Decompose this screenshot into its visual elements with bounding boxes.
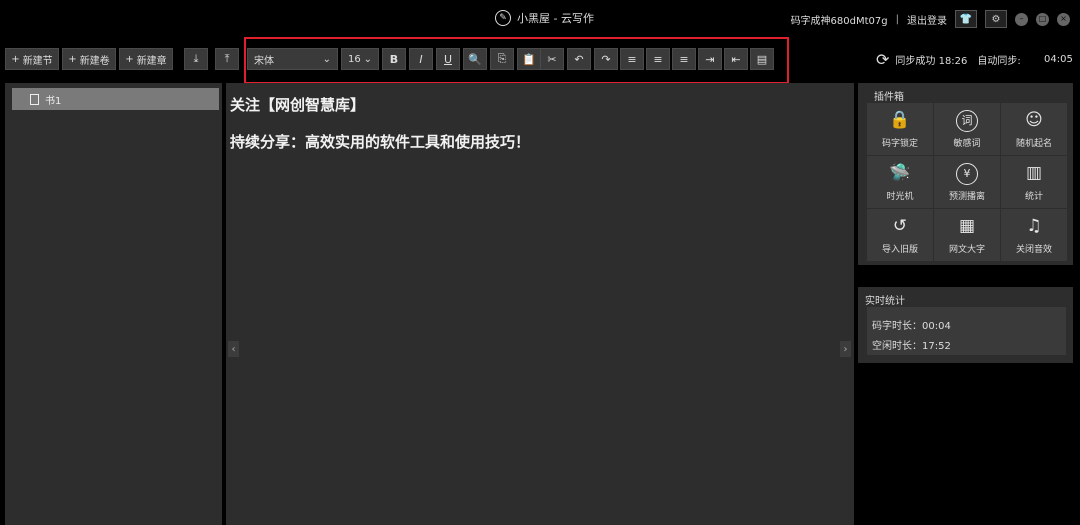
sync-status-text: 同步成功 18:26: [895, 55, 968, 67]
lock-icon: 🔒: [889, 110, 911, 130]
plugin-sensitive-words[interactable]: 词 敏感词: [934, 103, 1000, 155]
plugin-time-machine[interactable]: 🛸 时光机: [867, 156, 933, 208]
plugin-random-name[interactable]: ☺ 随机起名: [1001, 103, 1067, 155]
close-icon[interactable]: ×: [1057, 12, 1070, 26]
plugin-label: 码字锁定: [881, 138, 918, 149]
app-title-group: ✎ 小黑屋 - 云写作: [495, 10, 594, 26]
word-icon: 词: [956, 109, 978, 132]
chapter-label: 书1: [45, 95, 62, 107]
plugin-label: 统计: [1024, 191, 1043, 202]
plugin-label: 网文大字: [948, 244, 985, 255]
plugin-import-old[interactable]: ↺ 导入旧版: [867, 209, 933, 261]
plugin-forecast[interactable]: ¥ 预测播离: [934, 156, 1000, 208]
stats-body: 码字时长：00:04 空闲时长：17:52: [867, 307, 1066, 355]
new-section-button[interactable]: + 新建节: [5, 48, 59, 70]
realtime-stats: 实时统计 码字时长：00:04 空闲时长：17:52: [858, 287, 1073, 363]
plugin-label: 关闭音效: [1015, 244, 1052, 255]
chapter-panel: 书1: [5, 83, 222, 525]
app-logo-icon: ✎: [495, 10, 511, 26]
plugin-label: 时光机: [886, 191, 914, 202]
plugin-label: 敏感词: [953, 138, 981, 149]
history-icon: ↺: [892, 216, 908, 236]
editor-area[interactable]: 关注【网创智慧库】 持续分享：高效实用的软件工具和使用技巧！ ‹ ›: [226, 83, 854, 525]
plus-icon: +: [11, 53, 20, 65]
sync-icon[interactable]: ⟳: [876, 50, 889, 69]
auto-sync-countdown: 04:05: [1044, 54, 1073, 65]
typing-time: 码字时长：00:04: [872, 321, 951, 332]
yen-icon: ¥: [956, 162, 978, 185]
stats-title: 实时统计: [865, 296, 905, 307]
logout-link[interactable]: 退出登录: [907, 12, 947, 27]
plugin-mute-sound[interactable]: ♫ 关闭音效: [1001, 209, 1067, 261]
highlight-annotation: [244, 37, 789, 84]
account-area: 码字成神680dMt07g | 退出登录 👕 ⚙ – □ ×: [791, 10, 1070, 28]
document-icon: [30, 93, 39, 105]
collapse-right-icon[interactable]: ›: [840, 341, 851, 357]
export-icon[interactable]: ⤒: [215, 48, 239, 70]
auto-sync-label: 自动同步:: [977, 55, 1021, 67]
plus-icon: +: [125, 53, 134, 65]
import-icon[interactable]: ⤓: [184, 48, 208, 70]
minimize-icon[interactable]: –: [1015, 12, 1028, 26]
skin-icon[interactable]: 👕: [955, 10, 977, 28]
plugin-label: 预测播离: [948, 191, 985, 202]
plugin-typing-lock[interactable]: 🔒 码字锁定: [867, 103, 933, 155]
ufo-icon: 🛸: [889, 163, 911, 183]
chapter-item[interactable]: 书1: [12, 88, 219, 110]
new-volume-button[interactable]: + 新建卷: [62, 48, 116, 70]
idle-time: 空闲时长：17:52: [872, 341, 951, 352]
head-icon: ☺: [1025, 110, 1043, 130]
plugin-box-title: 插件箱: [874, 92, 904, 103]
plugin-statistics[interactable]: ▥ 统计: [1001, 156, 1067, 208]
collapse-left-icon[interactable]: ‹: [228, 341, 239, 357]
new-section-label: 新建节: [22, 55, 53, 67]
new-chapter-button[interactable]: + 新建章: [119, 48, 173, 70]
new-chapter-label: 新建章: [136, 55, 167, 67]
editor-line-1: 关注【网创智慧库】: [230, 96, 366, 114]
sync-status: ⟳ 同步成功 18:26 自动同步:: [876, 48, 1021, 70]
editor-line-2: 持续分享：高效实用的软件工具和使用技巧！: [230, 133, 531, 151]
settings-icon[interactable]: ⚙: [985, 10, 1007, 28]
plugin-web-novel-university[interactable]: ▦ 网文大字: [934, 209, 1000, 261]
plugin-box: 插件箱 🔒 码字锁定 词 敏感词 ☺ 随机起名 🛸 时光机 ¥ 预测播离 ▥ 统…: [858, 83, 1073, 265]
new-volume-label: 新建卷: [79, 55, 110, 67]
plus-icon: +: [68, 53, 77, 65]
maximize-icon[interactable]: □: [1036, 12, 1049, 26]
separator: |: [895, 13, 899, 25]
title-bar: ✎ 小黑屋 - 云写作 码字成神680dMt07g | 退出登录 👕 ⚙ – □…: [0, 0, 1080, 38]
music-icon: ♫: [1026, 216, 1042, 236]
plugin-grid: 🔒 码字锁定 词 敏感词 ☺ 随机起名 🛸 时光机 ¥ 预测播离 ▥ 统计 ↺ …: [867, 103, 1067, 261]
app-title: 小黑屋 - 云写作: [517, 12, 594, 25]
building-icon: ▦: [958, 216, 976, 236]
plugin-label: 导入旧版: [881, 244, 918, 255]
plugin-label: 随机起名: [1015, 138, 1052, 149]
bar-chart-icon: ▥: [1025, 163, 1043, 183]
username[interactable]: 码字成神680dMt07g: [791, 12, 888, 27]
